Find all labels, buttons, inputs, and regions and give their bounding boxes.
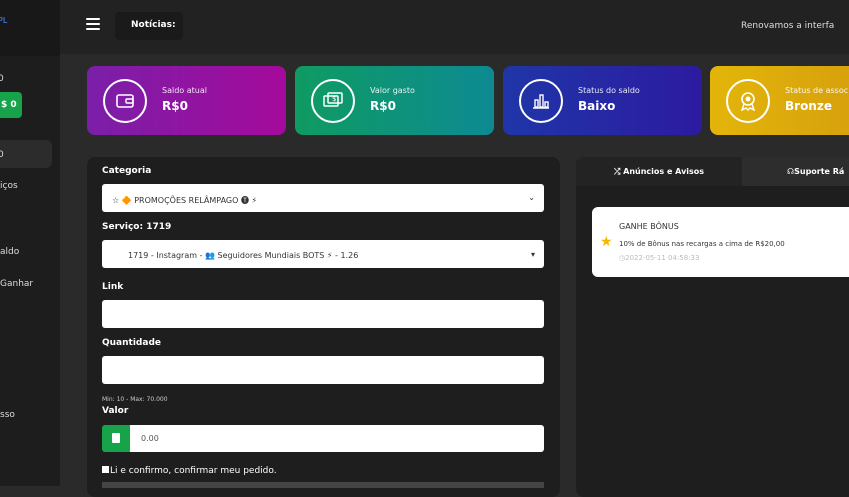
logo[interactable]: PL bbox=[0, 0, 60, 56]
link-label: Link bbox=[102, 282, 124, 292]
categoria-select[interactable]: ☆ 🔶 PROMOÇÕES RELÂMPAGO 🅣 ⚡ ⌄ bbox=[102, 184, 544, 212]
link-input[interactable] bbox=[102, 300, 544, 328]
star-icon: ★ bbox=[600, 234, 613, 250]
document-icon bbox=[102, 425, 130, 452]
sidebar-item-label[interactable]: 0 bbox=[0, 150, 4, 160]
card-valor-gasto: $ Valor gasto R$0 bbox=[295, 66, 494, 135]
logo-text: PL bbox=[0, 16, 8, 25]
announcement-date-text: 2022-05-11 04:58:33 bbox=[625, 254, 700, 262]
chart-icon bbox=[519, 79, 563, 123]
servico-label: Serviço: 1719 bbox=[102, 222, 172, 232]
tab-suporte[interactable]: ☊Suporte Rá bbox=[742, 157, 849, 186]
card-status-saldo: Status do saldo Baixo bbox=[503, 66, 702, 135]
sidebar-item-label: 0 bbox=[0, 74, 4, 84]
categoria-label: Categoria bbox=[102, 166, 152, 176]
tab-label: Anúncios e Avisos bbox=[623, 167, 705, 176]
chevron-down-icon: ⌄ bbox=[528, 193, 535, 202]
servico-value: 1719 - Instagram - 👥 Seguidores Mundiais… bbox=[128, 251, 359, 260]
tab-label: Suporte Rá bbox=[794, 167, 845, 176]
wallet-icon bbox=[103, 79, 147, 123]
valor-label: Valor bbox=[102, 406, 129, 416]
card-label: Status do saldo bbox=[578, 86, 640, 95]
medal-icon bbox=[726, 79, 770, 123]
hamburger-menu-icon[interactable] bbox=[86, 18, 100, 30]
shuffle-icon: ⤮ bbox=[613, 167, 621, 176]
sidebar-item-active[interactable] bbox=[0, 140, 52, 168]
valor-value: 0.00 bbox=[141, 434, 159, 443]
sidebar-item-ganhar[interactable]: Ganhar bbox=[0, 279, 33, 289]
card-label: Saldo atual bbox=[162, 86, 207, 95]
confirm-checkbox-row[interactable]: Li e confirmo, confirmar meu pedido. bbox=[102, 466, 277, 476]
card-value: Baixo bbox=[578, 99, 616, 113]
categoria-value: ☆ 🔶 PROMOÇÕES RELÂMPAGO 🅣 ⚡ bbox=[112, 196, 258, 205]
announcement-title: GANHE BÔNUS bbox=[619, 222, 679, 231]
sidebar: PL 0 $ 0 0 iços aldo Ganhar sso bbox=[0, 0, 60, 486]
servico-select[interactable]: 1719 - Instagram - 👥 Seguidores Mundiais… bbox=[102, 240, 544, 268]
money-icon: $ bbox=[311, 79, 355, 123]
tab-anuncios[interactable]: ⤮ Anúncios e Avisos bbox=[576, 157, 742, 186]
quantidade-hint: Min: 10 - Max: 70.000 bbox=[102, 396, 168, 403]
sidebar-item-servicos[interactable]: iços bbox=[0, 181, 18, 191]
svg-text:$: $ bbox=[332, 95, 336, 103]
sidebar-item-saldo[interactable]: aldo bbox=[0, 247, 19, 257]
card-value: Bronze bbox=[785, 99, 832, 113]
news-marquee: Renovamos a interfa bbox=[741, 21, 835, 31]
quantidade-input[interactable] bbox=[102, 356, 544, 384]
card-saldo-atual: Saldo atual R$0 bbox=[87, 66, 286, 135]
valor-input: 0.00 bbox=[130, 425, 544, 452]
submit-button[interactable] bbox=[102, 482, 544, 488]
confirm-checkbox[interactable] bbox=[102, 466, 109, 473]
card-status-associacao: Status de assoc Bronze bbox=[710, 66, 849, 135]
confirm-text: Li e confirmo, confirmar meu pedido. bbox=[110, 466, 277, 476]
announcement-date: ◷2022-05-11 04:58:33 bbox=[619, 254, 699, 262]
card-label: Status de assoc bbox=[785, 86, 849, 95]
quantidade-label: Quantidade bbox=[102, 338, 161, 348]
sidebar-item-acesso[interactable]: sso bbox=[0, 410, 15, 420]
card-label: Valor gasto bbox=[370, 86, 415, 95]
announcement-card: ★ GANHE BÔNUS 10% de Bônus nas recargas … bbox=[592, 207, 849, 277]
card-value: R$0 bbox=[370, 99, 396, 113]
caret-down-icon: ▾ bbox=[530, 250, 535, 259]
card-value: R$0 bbox=[162, 99, 188, 113]
balance-badge[interactable]: $ 0 bbox=[0, 92, 22, 118]
announcement-text: 10% de Bônus nas recargas a cima de R$20… bbox=[619, 240, 785, 248]
news-label: Notícias: bbox=[131, 20, 176, 30]
